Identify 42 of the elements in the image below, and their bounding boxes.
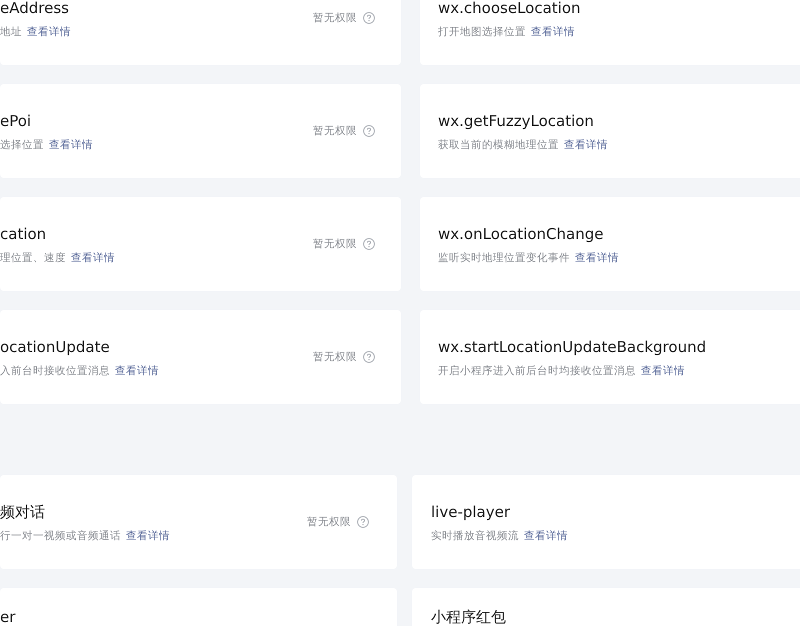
api-name: ocationUpdate [0,336,111,356]
api-description: 理位置、速度 [0,250,66,264]
details-link[interactable]: 查看详情 [641,364,685,378]
details-link[interactable]: 查看详情 [531,24,575,38]
api-description: 打开地图选择位置 [438,24,526,38]
api-description: 实时播放音视频流 [431,528,519,542]
api-name: wx.chooseLocation [438,0,581,18]
api-name: wx.startLocationUpdateBackground [438,336,706,356]
details-link[interactable]: 查看详情 [524,528,568,542]
details-link[interactable]: 查看详情 [115,364,159,378]
api-description: 获取当前的模糊地理位置 [438,138,559,152]
help-icon[interactable] [363,351,375,363]
permission-status: 暂无权限 [313,350,357,364]
api-description: 监听实时地理位置变化事件 [438,250,570,264]
details-link[interactable]: 查看详情 [575,250,619,264]
api-description: 开启小程序进入前后台时均接收位置消息 [438,364,636,378]
api-description: 选择位置 [0,138,44,152]
details-link[interactable]: 查看详情 [126,528,170,542]
api-name: wx.onLocationChange [438,224,604,244]
api-name: eAddress [0,0,70,18]
details-link[interactable]: 查看详情 [71,250,115,264]
details-link[interactable]: 查看详情 [564,138,608,152]
api-name: wx.getFuzzyLocation [438,110,595,130]
help-icon[interactable] [357,516,369,528]
permission-status: 暂无权限 [313,11,357,25]
help-icon[interactable] [363,125,375,137]
api-name: 小程序红包 [431,607,506,626]
api-name: 频对话 [0,502,46,522]
permission-status: 暂无权限 [313,237,357,251]
api-description: 入前台时接收位置消息 [0,364,110,378]
help-icon[interactable] [363,12,375,24]
details-link[interactable]: 查看详情 [27,24,71,38]
api-name: ePoi [0,110,32,130]
permission-status: 暂无权限 [313,124,357,138]
api-name: live-player [431,502,512,522]
help-icon[interactable] [363,238,375,250]
api-name: er [0,607,16,626]
api-description: 地址 [0,24,22,38]
api-name: cation [0,224,48,244]
details-link[interactable]: 查看详情 [49,138,93,152]
permission-status: 暂无权限 [307,515,351,529]
api-description: 行一对一视频或音频通话 [0,528,121,542]
